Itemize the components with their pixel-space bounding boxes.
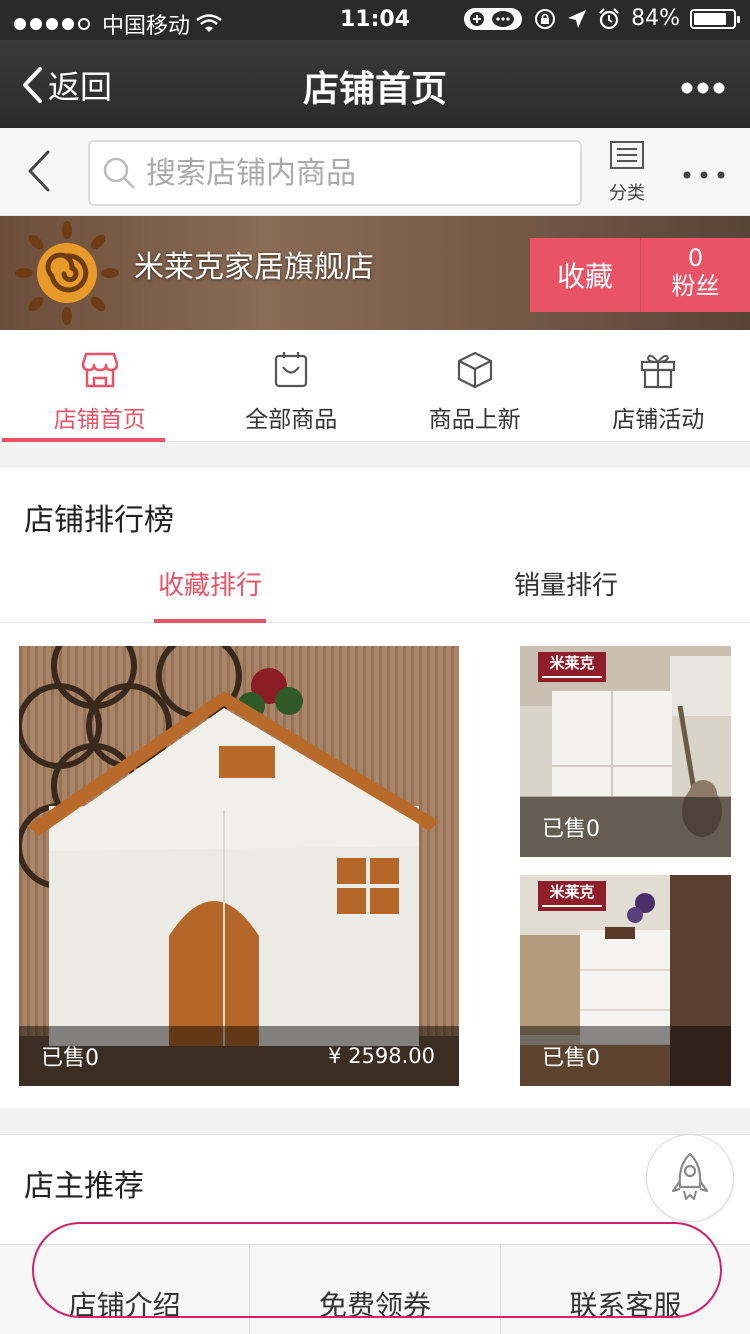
- battery-icon: [690, 8, 740, 29]
- alarm-icon: [599, 7, 619, 29]
- more-dots-icon: [683, 171, 725, 179]
- favorite-button[interactable]: 收藏: [530, 238, 640, 312]
- search-bar: 分类: [0, 128, 750, 216]
- section-title: 店主推荐: [24, 1169, 144, 1204]
- tab-store-activities[interactable]: 店铺活动: [567, 330, 750, 441]
- fans-label: 粉丝: [671, 272, 720, 300]
- product-sold-bar: 已售0 ¥ 2598.00: [19, 1026, 459, 1086]
- search-box[interactable]: [88, 140, 582, 206]
- store-banner: 米莱克家居旗舰店 收藏 0 粉丝: [0, 216, 750, 330]
- product-sold-bar: 已售0: [520, 797, 731, 857]
- category-label: 分类: [609, 183, 645, 204]
- rotation-lock-icon: [535, 8, 556, 29]
- tab-label: 店铺活动: [612, 407, 705, 433]
- wechat-status-icon: [464, 7, 523, 30]
- category-button[interactable]: 分类: [604, 140, 650, 205]
- search-back-button[interactable]: [24, 148, 54, 198]
- status-bar: 中国移动 11:04 84%: [0, 0, 750, 40]
- fans-counter: 0 粉丝: [640, 238, 750, 312]
- chevron-left-icon: [28, 150, 50, 192]
- store-logo: [15, 221, 119, 325]
- tab-label: 店铺首页: [53, 407, 146, 433]
- tab-all-products[interactable]: 全部商品: [199, 330, 383, 441]
- more-dots-icon: [681, 82, 725, 94]
- section-title: 店铺排行榜: [24, 503, 174, 538]
- product-card[interactable]: 米莱克 已售0: [520, 646, 731, 857]
- back-to-top-button[interactable]: [646, 1134, 734, 1222]
- product-image: [19, 646, 459, 1086]
- location-icon: [568, 9, 587, 28]
- store-name: 米莱克家居旗舰店: [134, 250, 374, 285]
- brand-tag: 米莱克: [538, 881, 606, 911]
- sold-count: 已售0: [542, 1046, 600, 1071]
- shop-tabs: 店铺首页 全部商品 商品上新 店铺活动: [0, 330, 750, 442]
- tab-favorites-ranking[interactable]: 收藏排行: [153, 565, 267, 623]
- search-more-button[interactable]: [682, 154, 726, 187]
- search-icon: [103, 157, 135, 189]
- box-icon: [457, 351, 492, 389]
- tab-store-home[interactable]: 店铺首页: [0, 330, 199, 442]
- ranking-tabs: 收藏排行 销量排行: [0, 557, 750, 623]
- store-intro-button[interactable]: 店铺介绍: [0, 1245, 251, 1334]
- product-card[interactable]: 已售0 ¥ 2598.00: [19, 646, 459, 1086]
- list-icon: [610, 141, 644, 169]
- tab-label: 商品上新: [428, 407, 521, 433]
- bottom-action-bar: 店铺介绍 免费领券 联系客服: [0, 1244, 750, 1334]
- tab-new-arrivals[interactable]: 商品上新: [383, 330, 567, 441]
- sold-count: 已售0: [542, 817, 600, 842]
- more-menu-button[interactable]: [680, 64, 726, 104]
- store-ranking-section: 店铺排行榜 收藏排行 销量排行 已售0 ¥ 2598.00 米莱克 已售0 米莱…: [0, 466, 750, 1108]
- contact-service-button[interactable]: 联系客服: [501, 1245, 750, 1334]
- product-price: ¥ 2598.00: [328, 1044, 435, 1068]
- title-bar: 返回 店铺首页: [0, 40, 750, 128]
- product-card[interactable]: 米莱克 已售0: [520, 875, 731, 1086]
- rocket-icon: [671, 1152, 709, 1200]
- tab-sales-ranking[interactable]: 销量排行: [514, 565, 618, 602]
- owner-recommend-section: 店主推荐: [0, 1134, 750, 1244]
- battery-percent: 84%: [631, 6, 680, 31]
- sold-count: 已售0: [41, 1046, 99, 1071]
- free-coupon-button[interactable]: 免费领券: [250, 1245, 501, 1334]
- bag-icon: [275, 352, 308, 388]
- brand-tag: 米莱克: [538, 652, 606, 682]
- page-title: 店铺首页: [302, 69, 447, 110]
- fans-count: 0: [687, 244, 704, 272]
- product-sold-bar: 已售0: [520, 1026, 731, 1086]
- store-icon: [81, 352, 118, 388]
- gift-icon: [641, 354, 676, 389]
- tab-label: 全部商品: [245, 407, 338, 433]
- search-input[interactable]: [146, 155, 566, 191]
